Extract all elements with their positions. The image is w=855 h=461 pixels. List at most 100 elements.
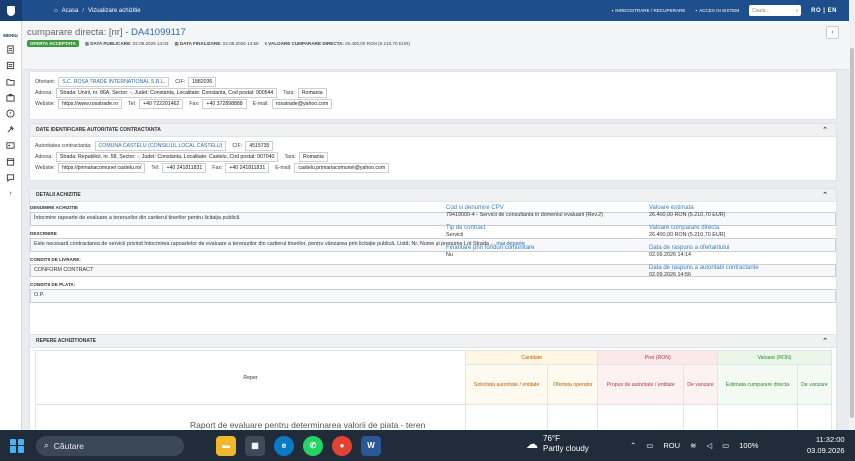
weather-condition: Partly cloudy: [543, 444, 589, 453]
authority-email: castelu.primariacomunei@yahoo.com: [294, 162, 390, 173]
chat-icon[interactable]: [6, 173, 15, 182]
taskbar-search[interactable]: ⌕ Căutare: [36, 435, 184, 456]
login-link[interactable]: ▪ ACCES IN SISTEM: [695, 8, 739, 13]
euro-icon: €: [264, 41, 268, 46]
expand-chevron-icon[interactable]: ›: [6, 189, 15, 198]
authority-country: Romania: [298, 151, 328, 162]
ofertant-cif: 1882036: [188, 76, 217, 87]
details-panel: DETALII ACHIZITIE ⌃ DENUMIRE ACHIZITIE În…: [29, 188, 837, 348]
system-clock[interactable]: 11:32:00 03.09.2026: [807, 435, 845, 457]
chevron-up-icon[interactable]: ⌃: [630, 441, 636, 450]
col-price-proposed: Propus de autoritate / entitate: [597, 364, 684, 405]
authority-address: Strada: Republicii, nr. 58, Sector: -, J…: [55, 151, 279, 162]
volume-icon[interactable]: ◁: [706, 441, 712, 450]
file-explorer-icon[interactable]: ▬: [216, 435, 236, 456]
cpv-field: Cod si denumire CPV 79419000-4 - Servicii…: [446, 205, 603, 218]
whatsapp-icon[interactable]: ✆: [303, 435, 323, 456]
sidebar: MENIU ? ›: [0, 21, 22, 430]
top-right-actions: ▪ INREGISTRARE / RECUPERARE ▪ ACCES IN SIS…: [612, 5, 849, 16]
chevron-up-icon[interactable]: ⌃: [822, 191, 828, 199]
items-section-header[interactable]: REPERE ACHIZITIONATE ⌃: [30, 335, 836, 348]
breadcrumb-separator: /: [82, 7, 84, 14]
items-table: Reper Cantitate Pret (RON) Valoare (RON)…: [35, 350, 833, 430]
col-valoare: Valoare (RON): [717, 350, 832, 365]
windows-start-button[interactable]: [10, 438, 24, 453]
procurement-number: DA41099117: [131, 27, 186, 38]
col-value-sale: De vanzare: [796, 364, 833, 405]
search-placeholder: Cauta...: [752, 7, 770, 14]
word-icon[interactable]: W: [361, 435, 381, 456]
item-description: Raport de evaluare pentru determinarea v…: [190, 420, 426, 430]
col-price-sale: De vanzare: [682, 364, 719, 405]
contract-type-field: Tip de contract Servicii: [446, 225, 486, 238]
search-input[interactable]: Cauta... ⌕: [749, 5, 802, 16]
col-pret: Pret (RON): [597, 350, 719, 365]
page-title: cumparare directa: [nr] - DA41099117: [27, 27, 186, 38]
calendar-icon[interactable]: [6, 157, 15, 166]
calendar-icon: ▦: [174, 40, 179, 46]
keyboard-language[interactable]: ROU: [663, 441, 680, 450]
list-icon[interactable]: [6, 61, 15, 70]
procurement-header: cumparare directa: [nr] - DA41099117 OFE…: [22, 21, 849, 70]
col-reper: Reper: [35, 350, 466, 405]
search-icon: ⌕: [44, 440, 49, 450]
ofertant-name-link[interactable]: S.C. ROSA TRADE INTERNATIONAL S.R.L.: [58, 76, 170, 87]
menu-label[interactable]: MENIU: [3, 33, 18, 38]
search-icon[interactable]: ⌕: [795, 8, 798, 14]
authority-section-header[interactable]: DATE IDENTIFICARE AUTORITATE CONTRACTANT…: [30, 124, 836, 137]
chevron-up-icon[interactable]: ⌃: [822, 337, 828, 345]
lock-icon: ▪: [695, 8, 698, 13]
ofertant-email: rosatrade@yahoo.com: [271, 98, 333, 109]
weather-widget[interactable]: ☁ 76°F Partly cloudy: [526, 434, 589, 454]
briefcase-icon[interactable]: [6, 93, 15, 102]
eu-funds-field: Finantare prin fonduri comunitare Nu: [446, 245, 535, 258]
edge-icon[interactable]: e: [274, 435, 294, 456]
site-logo[interactable]: [0, 0, 22, 21]
chevron-up-icon[interactable]: ⌃: [822, 126, 828, 134]
battery-percent: 100%: [739, 441, 759, 450]
authority-fax: +40 241811831: [225, 162, 270, 173]
weather-temp: 76°F: [543, 434, 560, 443]
top-navbar: ⌂ Acasa / Vizualizare achizitie ▪ INREGIS…: [0, 0, 849, 21]
authority-cif: 4515735: [245, 140, 274, 151]
authority-phone: +40 241811831: [162, 162, 207, 173]
wifi-icon[interactable]: ≋: [690, 441, 696, 450]
breadcrumb: ⌂ Acasa / Vizualizare achizitie: [54, 8, 141, 14]
table-row: [35, 404, 833, 430]
breadcrumb-current: Vizualizare achizitie: [87, 7, 141, 14]
finalize-date: ▦ DATA FINALIZARE: 02.09.2026 14:56: [174, 40, 259, 47]
payment-conditions: O.P.: [30, 289, 836, 304]
main-content: cumparare directa: [nr] - DA41099117 OFE…: [22, 21, 849, 430]
authority-name-link[interactable]: COMUNA CASTELU (CONSILIUL LOCAL CASTELU): [94, 140, 227, 151]
authority-response-date-field: Data de raspuns a autoritatii contractan…: [649, 265, 759, 278]
procurement-meta: OFERTA ACCEPTATA ▦ DATA PUBLICARE: 02.09.2…: [27, 40, 849, 47]
id-card-icon[interactable]: [6, 141, 15, 150]
store-icon[interactable]: ▦: [245, 435, 265, 456]
chevron-left-icon: ‹: [831, 29, 834, 36]
direct-purchase-value-field: Valoare cumparare directa 26.400,00 RON (…: [649, 225, 726, 238]
language-switcher[interactable]: RO | EN: [811, 8, 837, 14]
scrollbar-thumb[interactable]: [850, 48, 854, 418]
network-icon[interactable]: ▭: [646, 441, 653, 450]
chrome-icon[interactable]: ●: [332, 435, 352, 456]
ofertant-fax: +40 372898888: [202, 98, 247, 109]
register-link[interactable]: ▪ INREGISTRARE / RECUPERARE: [612, 8, 686, 13]
details-section-header[interactable]: DETALII ACHIZITIE ⌃: [30, 189, 836, 202]
partly-cloudy-icon: ☁: [526, 437, 538, 451]
status-badge: OFERTA ACCEPTATA: [27, 40, 79, 47]
collapse-button[interactable]: ‹: [826, 26, 839, 39]
folder-icon[interactable]: [6, 77, 15, 86]
publish-date: ▦ DATA PUBLICARE: 02.09.2026 14:03: [84, 40, 169, 47]
col-qty-offered: Ofertata operator: [547, 364, 599, 405]
document-icon[interactable]: [6, 45, 15, 54]
battery-icon[interactable]: ▭: [722, 441, 729, 450]
direct-purchase-value: € VALOARE CUMPARARE DIRECTA: 26.400,00 RON…: [264, 41, 411, 46]
clock-date: 03.09.2026: [807, 445, 845, 455]
col-cantitate: Cantitate: [464, 350, 599, 365]
breadcrumb-home[interactable]: Acasa: [62, 8, 79, 14]
ofertant-address: Strada: Unirii, nr. 86A, Sector: -, Jude…: [55, 87, 278, 98]
help-icon[interactable]: ?: [6, 109, 15, 118]
tools-icon[interactable]: [6, 125, 15, 134]
col-qty-requested: Solicitata autoritate / entitate: [464, 364, 549, 405]
ofertant-phone: +40 722201462: [139, 98, 184, 109]
